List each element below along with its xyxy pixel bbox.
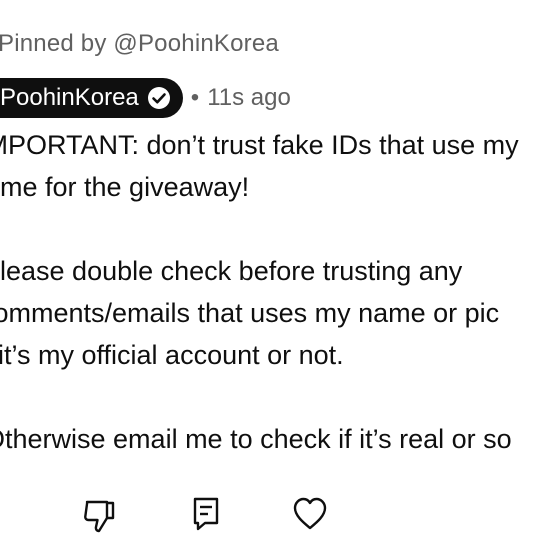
comment-line [0, 208, 560, 250]
heart-icon[interactable] [290, 494, 330, 534]
author-chip[interactable]: PoohinKorea [0, 78, 183, 118]
separator-dot: • [190, 84, 200, 111]
pinned-label: Pinned by @PoohinKorea [0, 30, 279, 57]
comment-timestamp[interactable]: 11s ago [207, 84, 291, 112]
author-name: PoohinKorea [0, 84, 139, 111]
thumbs-down-icon[interactable] [79, 496, 119, 536]
comment-line [0, 376, 560, 418]
comment-line: comments/emails that uses my name or pic [0, 298, 500, 328]
verified-check-icon [147, 87, 170, 109]
comment-line: it’s my official account or not. [0, 340, 344, 370]
comment-header: PoohinKorea • 11s ago [0, 78, 291, 118]
comment-line: me for the giveaway! [0, 172, 250, 202]
comment-line: Otherwise email me to check if it’s real… [0, 424, 512, 454]
comment-body: IMPORTANT: don’t trust fake IDs that use… [0, 124, 560, 460]
comment-line: Please double check before trusting any [0, 256, 463, 286]
comment-actions [0, 492, 560, 540]
reply-icon[interactable] [186, 494, 226, 534]
comment-line: IMPORTANT: don’t trust fake IDs that use… [0, 130, 519, 160]
